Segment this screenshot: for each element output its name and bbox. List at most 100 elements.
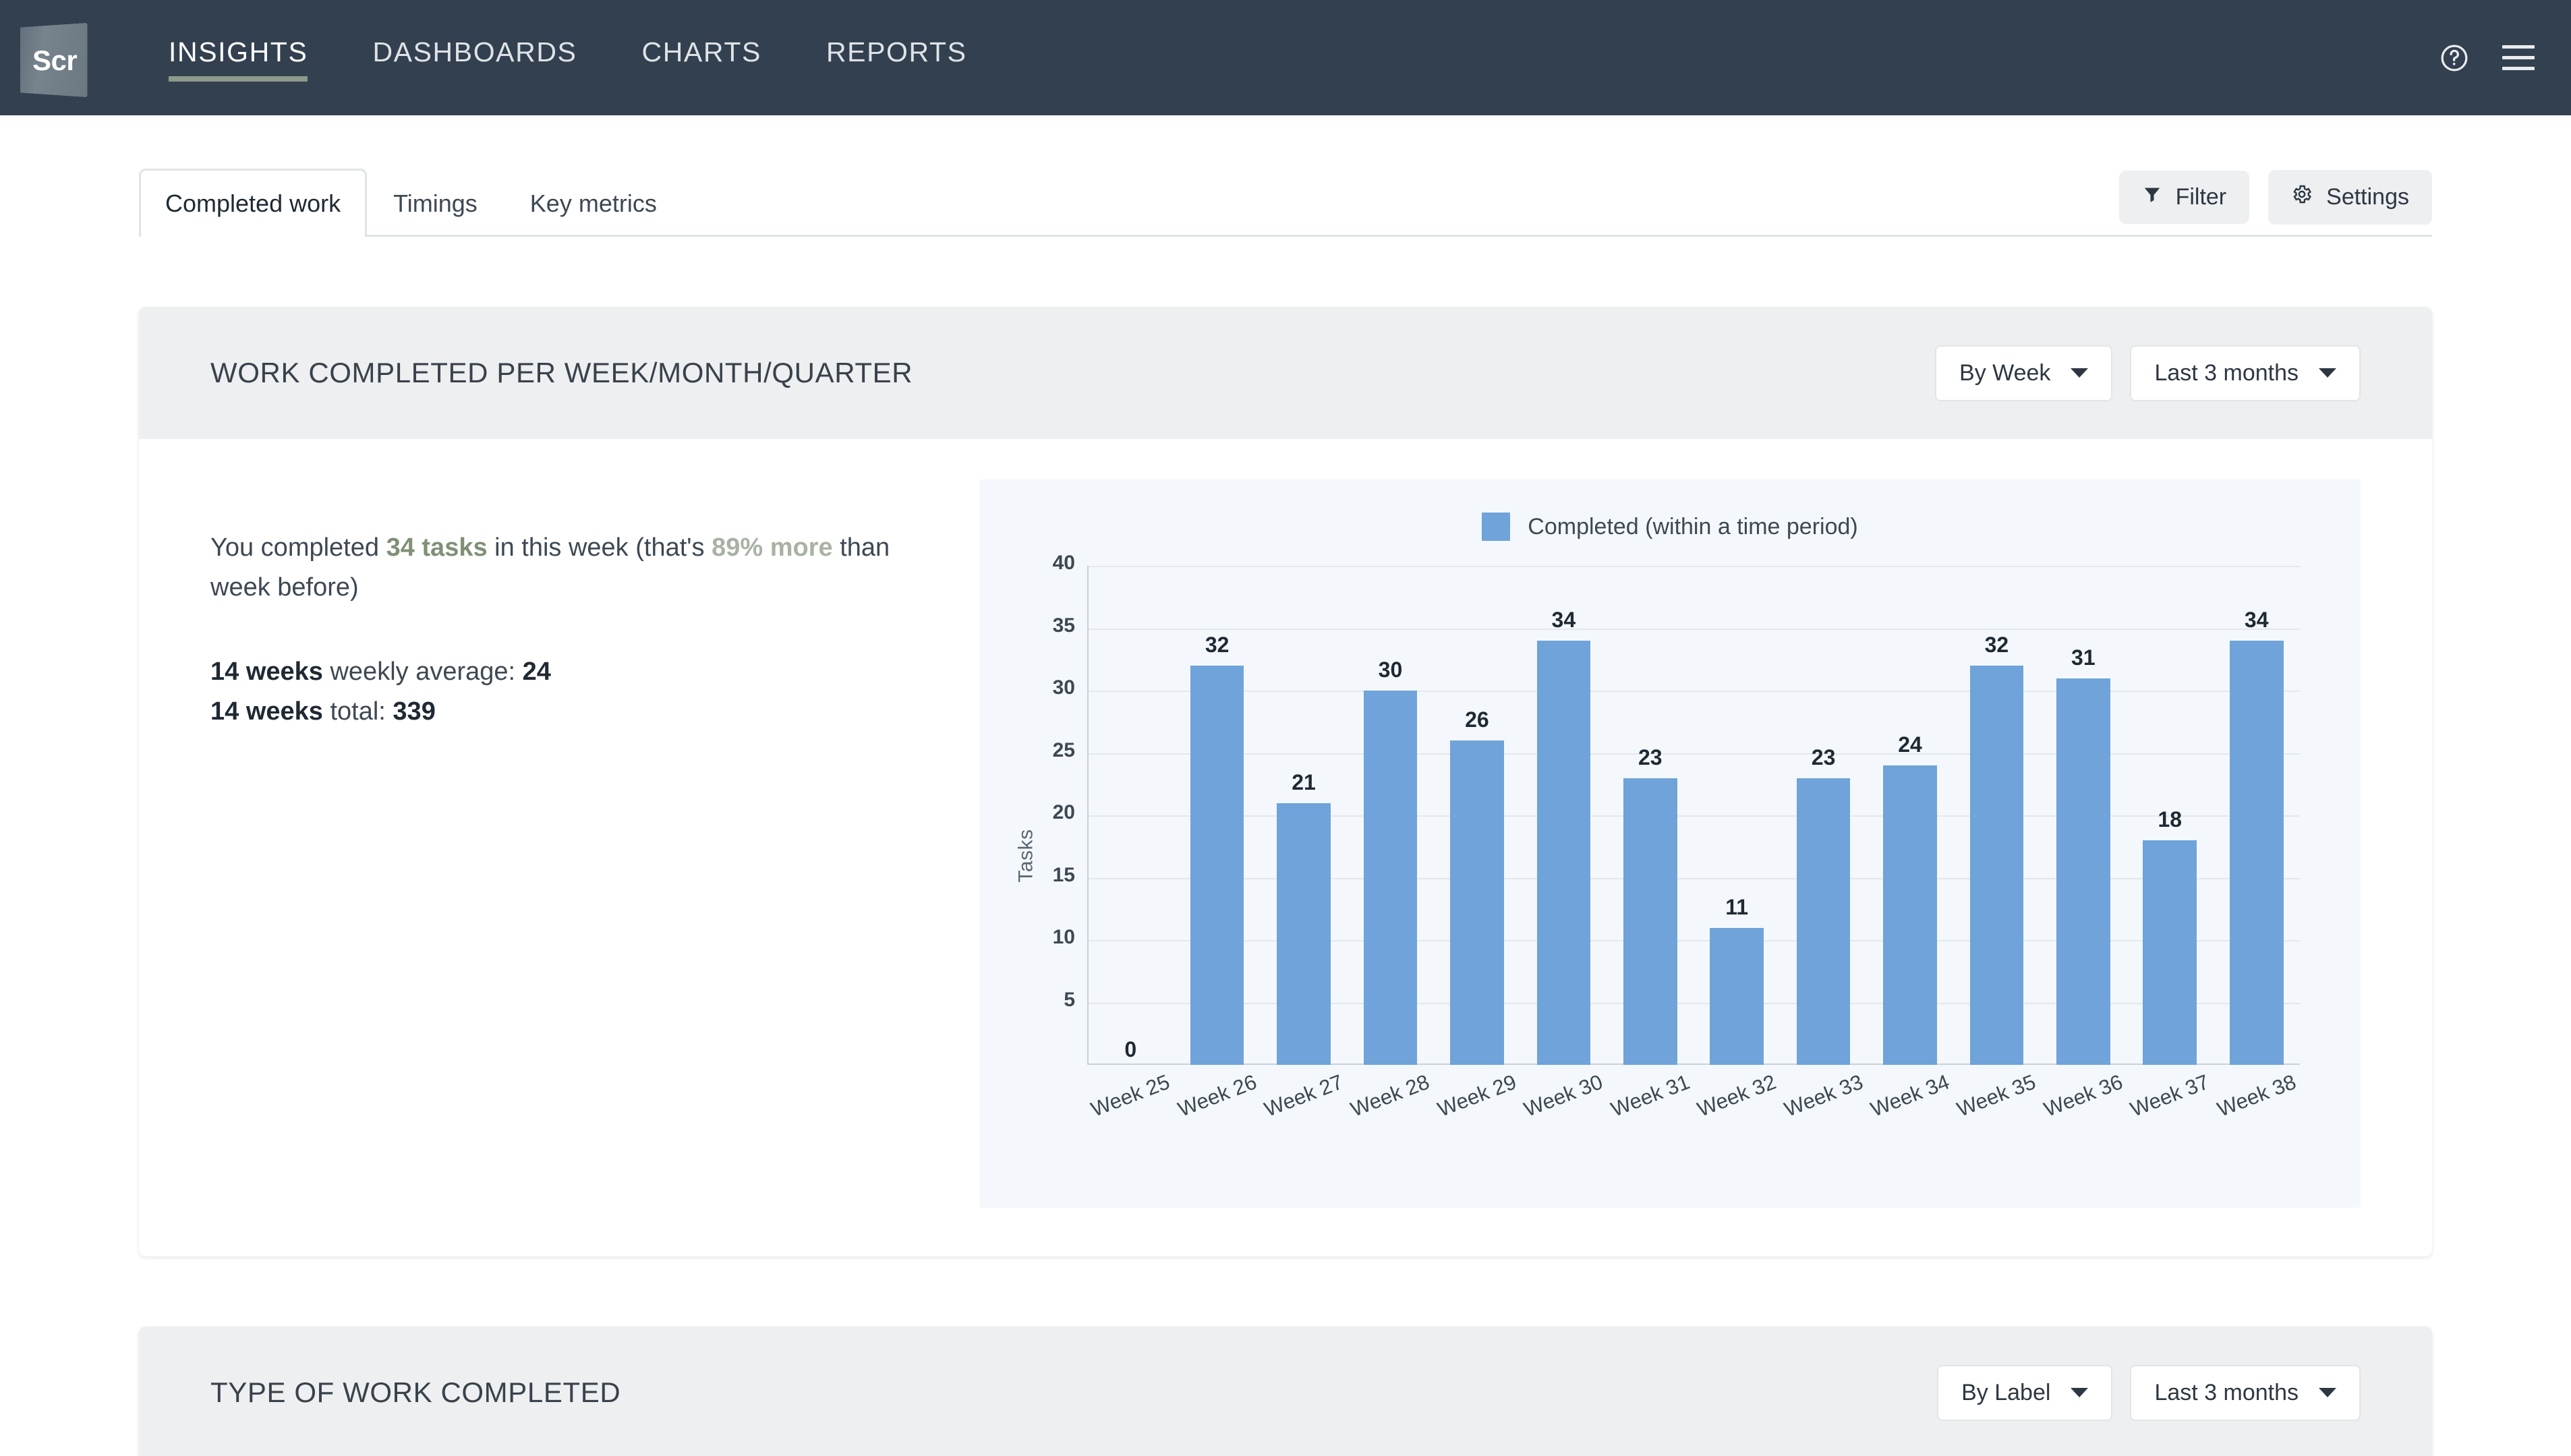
funnel-icon	[2142, 184, 2162, 210]
bar[interactable]	[2143, 840, 2197, 1065]
x-tick-label: Week 38	[2214, 1070, 2299, 1122]
bar[interactable]	[1969, 666, 2024, 1065]
weekly-average-period: 14 weeks	[210, 657, 323, 686]
settings-button[interactable]: Settings	[2268, 170, 2432, 225]
bar-value-label: 23	[1638, 745, 1663, 769]
bar[interactable]	[1450, 740, 1504, 1065]
type-of-work-card: TYPE OF WORK COMPLETED By Label Last 3 m…	[139, 1327, 2432, 1456]
card2-header-controls: By Label Last 3 months	[1937, 1364, 2361, 1421]
bar-slot[interactable]: 21	[1261, 566, 1347, 1065]
card-header: WORK COMPLETED PER WEEK/MONTH/QUARTER By…	[139, 307, 2432, 439]
summary-stats: 14 weeks weekly average: 24 14 weeks tot…	[210, 652, 952, 732]
x-label-slot: Week 31	[1607, 1065, 1694, 1153]
weekly-average-label: weekly average:	[322, 657, 523, 686]
y-axis-label: Tasks	[1014, 829, 1037, 883]
y-tick-label: 30	[1052, 676, 1075, 699]
x-tick-label: Week 36	[2040, 1070, 2126, 1122]
bar[interactable]	[1710, 927, 1764, 1065]
bar[interactable]	[1363, 691, 1418, 1065]
bar-slot[interactable]: 0	[1087, 566, 1174, 1065]
total-period: 14 weeks	[210, 697, 323, 726]
bar-slot[interactable]: 26	[1434, 566, 1520, 1065]
x-label-slot: Week 29	[1434, 1065, 1520, 1153]
weekly-average-value: 24	[522, 657, 551, 686]
question-circle-icon[interactable]	[2439, 42, 2470, 74]
bar[interactable]	[2056, 678, 2110, 1065]
bar[interactable]	[1190, 666, 1244, 1065]
x-label-slot: Week 37	[2127, 1065, 2213, 1153]
filter-button[interactable]: Filter	[2118, 171, 2250, 224]
x-label-slot: Week 27	[1261, 1065, 1347, 1153]
page-title: WORK COMPLETED PER WEEK/MONTH/QUARTER	[210, 357, 913, 388]
hamburger-bar	[2502, 45, 2535, 49]
bar-value-label: 32	[1984, 633, 2009, 657]
settings-button-label: Settings	[2326, 184, 2409, 210]
legend-swatch-completed	[1482, 513, 1511, 541]
nav-link-insights[interactable]: INSIGHTS	[169, 36, 308, 82]
bar-slot[interactable]: 11	[1694, 566, 1780, 1065]
bar[interactable]	[2229, 641, 2284, 1065]
hamburger-menu-icon[interactable]	[2502, 45, 2535, 70]
summary-sentence: You completed 34 tasks in this week (tha…	[210, 528, 952, 608]
bar-value-label: 24	[1898, 732, 1922, 757]
bar-series: 0 32 21 30 26 34 23 11 23 24 32 31 18 34	[1087, 566, 2300, 1065]
app-logo[interactable]: Scr	[20, 18, 96, 98]
bar-value-label: 0	[1124, 1037, 1137, 1061]
y-tick-label: 5	[1064, 988, 1075, 1011]
bar-slot[interactable]: 23	[1607, 566, 1694, 1065]
bar[interactable]	[1277, 803, 1331, 1065]
range-select[interactable]: Last 3 months	[2130, 345, 2361, 401]
x-label-slot: Week 25	[1087, 1065, 1174, 1153]
bar-slot[interactable]: 31	[2040, 566, 2127, 1065]
filter-button-label: Filter	[2175, 184, 2227, 210]
tab-timings[interactable]: Timings	[367, 169, 504, 237]
chevron-down-icon	[2319, 1388, 2336, 1397]
card2-grouping-select[interactable]: By Label	[1937, 1364, 2113, 1421]
bar-slot[interactable]: 18	[2127, 566, 2213, 1065]
gear-icon	[2291, 183, 2313, 211]
chevron-down-icon	[2071, 368, 2089, 378]
grouping-select-value: By Week	[1959, 359, 2051, 386]
total-value: 339	[393, 697, 436, 726]
bar-slot[interactable]: 32	[1953, 566, 2040, 1065]
x-tick-label: Week 37	[2127, 1070, 2213, 1122]
summary-tasks-count: 34 tasks	[386, 533, 488, 562]
bar-slot[interactable]: 34	[1520, 566, 1607, 1065]
x-label-slot: Week 33	[1780, 1065, 1866, 1153]
chevron-down-icon	[2071, 1388, 2089, 1397]
x-label-slot: Week 36	[2040, 1065, 2127, 1153]
bar-chart: Completed (within a time period) Tasks 5…	[979, 479, 2361, 1208]
bar-slot[interactable]: 34	[2213, 566, 2299, 1065]
bar[interactable]	[1536, 641, 1591, 1065]
bar[interactable]	[1883, 765, 1937, 1065]
nav-link-charts[interactable]: CHARTS	[642, 36, 761, 79]
x-tick-label: Week 29	[1434, 1070, 1520, 1122]
x-tick-label: Week 25	[1087, 1070, 1174, 1122]
y-tick-label: 10	[1052, 926, 1075, 948]
x-label-slot: Week 30	[1520, 1065, 1607, 1153]
bar-slot[interactable]: 30	[1347, 566, 1433, 1065]
card-header-controls: By Week Last 3 months	[1935, 345, 2361, 401]
card2-range-select[interactable]: Last 3 months	[2130, 1364, 2361, 1421]
nav-link-reports[interactable]: REPORTS	[826, 36, 967, 79]
bar-value-label: 32	[1205, 633, 1230, 657]
logo-text: Scr	[32, 44, 78, 76]
tab-completed-work[interactable]: Completed work	[139, 169, 368, 237]
bar[interactable]	[1623, 778, 1677, 1065]
tab-key-metrics[interactable]: Key metrics	[504, 169, 683, 237]
x-tick-label: Week 35	[1954, 1070, 2040, 1122]
chart-legend: Completed (within a time period)	[979, 502, 2361, 551]
nav-link-dashboards[interactable]: DASHBOARDS	[372, 36, 577, 79]
grouping-select[interactable]: By Week	[1935, 345, 2113, 401]
card2-header: TYPE OF WORK COMPLETED By Label Last 3 m…	[139, 1327, 2432, 1456]
bar-slot[interactable]: 24	[1867, 566, 1953, 1065]
bar-slot[interactable]: 23	[1780, 566, 1866, 1065]
x-tick-label: Week 28	[1348, 1070, 1433, 1122]
page-content: Completed work Timings Key metrics Filte…	[0, 169, 2571, 1456]
top-navbar: Scr INSIGHTS DASHBOARDS CHARTS REPORTS	[0, 0, 2571, 115]
total-label: total:	[322, 697, 393, 726]
bar[interactable]	[1796, 778, 1851, 1065]
x-tick-label: Week 33	[1781, 1070, 1866, 1122]
card2-grouping-select-value: By Label	[1961, 1379, 2051, 1405]
bar-slot[interactable]: 32	[1174, 566, 1260, 1065]
